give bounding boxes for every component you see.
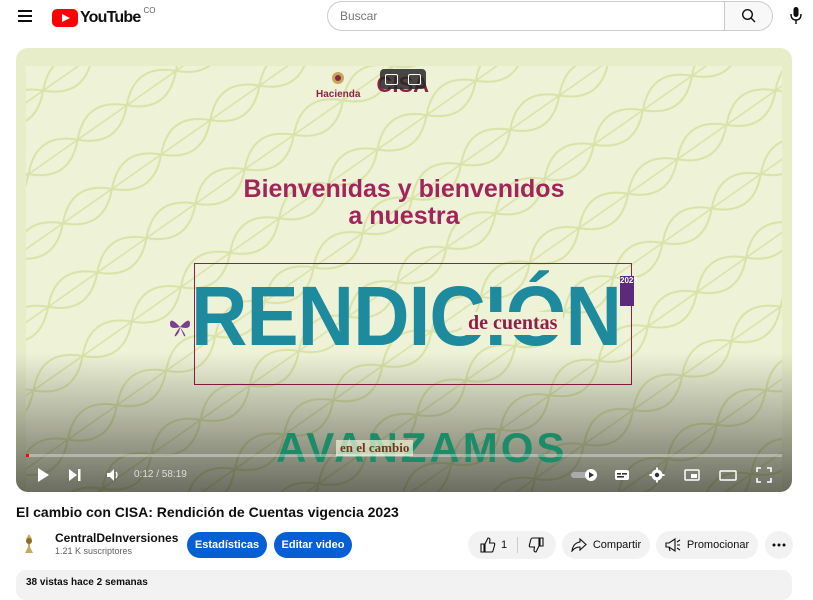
promote-label: Promocionar	[686, 539, 750, 551]
description-box[interactable]: 38 vistas hace 2 semanas	[16, 570, 792, 600]
search-button[interactable]	[725, 1, 773, 31]
welcome-line-2: a nuestra	[348, 202, 460, 230]
exit-fullscreen-icon[interactable]	[385, 73, 398, 85]
video-player[interactable]: Hacienda CISA Bienvenidas y bienvenidos …	[16, 48, 792, 492]
views-and-date: 38 vistas hace 2 semanas	[26, 577, 148, 588]
edit-video-button[interactable]: Editar video	[274, 532, 352, 558]
logo-text: YouTube	[80, 9, 141, 26]
progress-fill	[26, 454, 30, 457]
top-bar: YouTube CO	[0, 0, 813, 36]
subheadline-text: de cuentas	[462, 312, 564, 335]
hacienda-logo: Hacienda	[316, 70, 360, 100]
menu-icon[interactable]	[18, 10, 32, 22]
search-input[interactable]	[327, 1, 725, 31]
autoplay-toggle-icon[interactable]	[571, 469, 599, 481]
like-count: 1	[500, 539, 508, 551]
player-controls: 0:12 / 58:19	[16, 462, 792, 490]
time-display: 0:12 / 58:19	[134, 469, 187, 480]
hacienda-seal-icon	[332, 72, 345, 84]
play-icon[interactable]	[36, 467, 50, 483]
thumbs-up-icon	[480, 537, 496, 553]
miniplayer-icon[interactable]	[684, 467, 700, 483]
youtube-logo[interactable]: YouTube CO	[52, 5, 156, 27]
dislike-button[interactable]	[518, 537, 544, 553]
video-title: El cambio con CISA: Rendición de Cuentas…	[16, 504, 399, 520]
share-button[interactable]: Compartir	[562, 531, 650, 559]
thumbs-down-icon	[528, 537, 544, 553]
next-icon[interactable]	[68, 467, 82, 483]
welcome-line-1: Bienvenidas y bienvenidos	[243, 175, 565, 203]
microphone-icon	[790, 7, 802, 24]
channel-name[interactable]: CentralDeInversiones	[55, 531, 178, 545]
microphone-button[interactable]	[790, 6, 802, 31]
more-horizontal-icon	[772, 543, 786, 547]
channel-avatar[interactable]	[19, 533, 39, 555]
welcome-text: Bienvenidas y bienvenidos a nuestra	[16, 176, 792, 230]
settings-gear-icon[interactable]	[649, 467, 665, 483]
share-label: Compartir	[592, 539, 642, 551]
subscriber-count: 1.21 K suscriptores	[55, 546, 133, 556]
youtube-play-icon	[52, 9, 78, 27]
volume-icon[interactable]	[106, 467, 120, 483]
subtitles-icon[interactable]	[614, 467, 630, 483]
progress-bar[interactable]	[26, 454, 782, 457]
more-actions-button[interactable]	[765, 531, 793, 559]
fullscreen-icon[interactable]	[756, 467, 772, 483]
megaphone-icon	[665, 538, 681, 552]
like-button[interactable]: 1	[480, 537, 519, 553]
share-icon	[571, 538, 587, 552]
like-dislike-group: 1	[468, 531, 556, 559]
year-badge: 2023	[620, 276, 638, 306]
stats-button[interactable]: Estadísticas	[187, 532, 267, 558]
search-icon	[741, 8, 755, 23]
miniplayer-overlay-buttons[interactable]	[380, 69, 426, 89]
theater-mode-icon[interactable]	[719, 467, 737, 483]
cast-icon[interactable]	[408, 73, 421, 85]
promote-button[interactable]: Promocionar	[656, 531, 758, 559]
butterfly-icon	[170, 320, 190, 337]
country-code: CO	[143, 5, 156, 15]
